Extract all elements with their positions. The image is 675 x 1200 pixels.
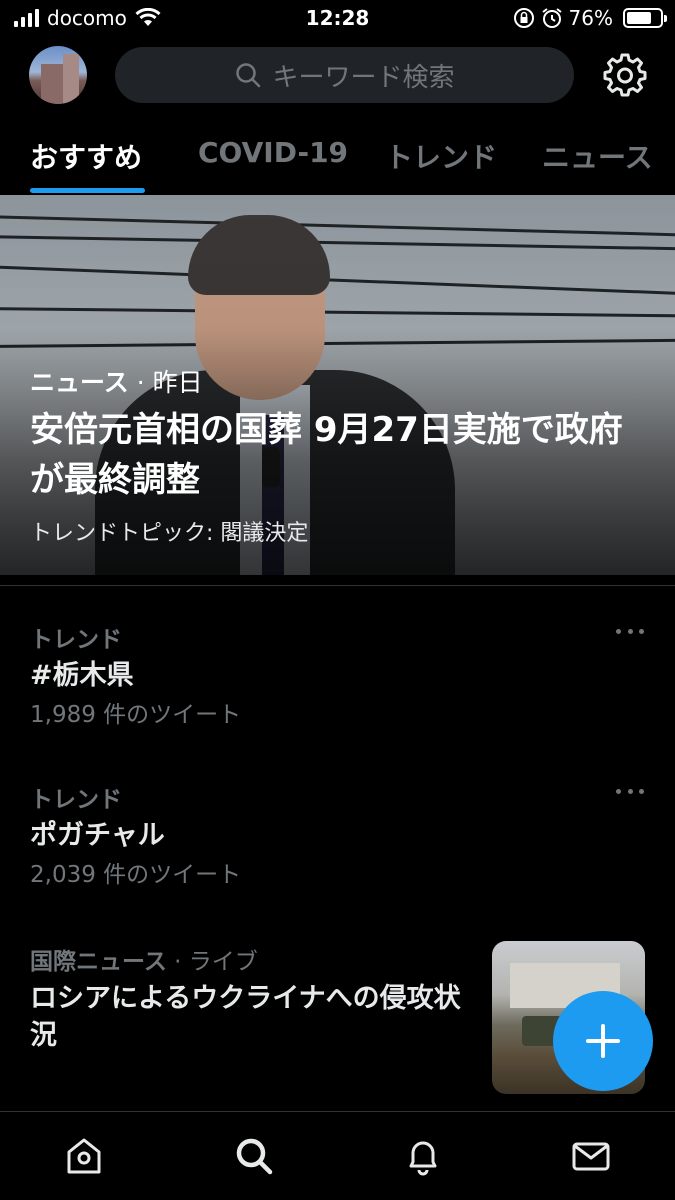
trend-category: トレンド: [30, 787, 122, 813]
tab-news[interactable]: ニュース: [542, 136, 653, 176]
messages-icon: [572, 1142, 610, 1171]
more-icon[interactable]: [616, 626, 644, 636]
tab-indicator: [30, 188, 145, 193]
tab-covid19[interactable]: COVID-19: [198, 136, 348, 169]
tab-trends[interactable]: トレンド: [385, 136, 497, 176]
news-category: 国際ニュース: [30, 949, 167, 975]
search-placeholder: キーワード検索: [272, 62, 455, 93]
hero-card[interactable]: ニュース · 昨日 安倍元首相の国葬 9月27日実施で政府が最終調整 トレンドト…: [0, 195, 675, 575]
hero-time: · 昨日: [136, 368, 203, 397]
orientation-lock-icon: [513, 8, 534, 28]
nav-search[interactable]: [232, 1134, 276, 1178]
news-title[interactable]: ロシアによるウクライナへの侵攻状況: [30, 980, 470, 1054]
nav-notifications[interactable]: [401, 1134, 445, 1178]
plus-icon: [586, 1024, 620, 1058]
search-icon: [236, 63, 261, 88]
trend-name: ポガチャル: [30, 820, 165, 851]
tab-recommended[interactable]: おすすめ: [30, 136, 142, 176]
hero-meta: ニュース · 昨日: [30, 363, 203, 399]
trend-item[interactable]: トレンド ポガチャル 2,039 件のツイート: [30, 780, 650, 892]
hero-title: 安倍元首相の国葬 9月27日実施で政府が最終調整: [30, 410, 623, 500]
tab-bar: おすすめ COVID-19 トレンド ニュース: [0, 128, 675, 194]
gear-icon[interactable]: [603, 53, 647, 97]
battery-percent: 76%: [568, 6, 613, 30]
bottom-nav: [0, 1111, 675, 1200]
trend-name: #栃木県: [30, 660, 134, 691]
trend-count: 2,039 件のツイート: [30, 862, 242, 888]
trend-category: トレンド: [30, 627, 122, 653]
news-live: · ライブ: [174, 949, 258, 975]
avatar[interactable]: [29, 46, 87, 104]
news-category-line: 国際ニュース · ライブ: [30, 942, 258, 976]
compose-button[interactable]: [553, 991, 653, 1091]
alarm-icon: [541, 8, 562, 28]
nav-home[interactable]: [62, 1134, 106, 1178]
status-bar: docomo 12:28 76%: [0, 0, 675, 38]
search-icon: [236, 1138, 273, 1175]
home-icon: [67, 1138, 101, 1174]
search-input[interactable]: キーワード検索: [115, 47, 574, 103]
trend-item[interactable]: トレンド #栃木県 1,989 件のツイート: [30, 620, 650, 732]
trend-count: 1,989 件のツイート: [30, 702, 242, 728]
more-icon[interactable]: [616, 786, 644, 796]
hero-category: ニュース: [30, 368, 129, 397]
nav-messages[interactable]: [569, 1134, 613, 1178]
divider: [0, 585, 675, 586]
hero-subtitle: トレンドトピック: 閣議決定: [30, 521, 309, 546]
battery-icon: [623, 8, 667, 28]
notifications-icon: [409, 1141, 437, 1176]
status-right: 76%: [513, 6, 667, 30]
